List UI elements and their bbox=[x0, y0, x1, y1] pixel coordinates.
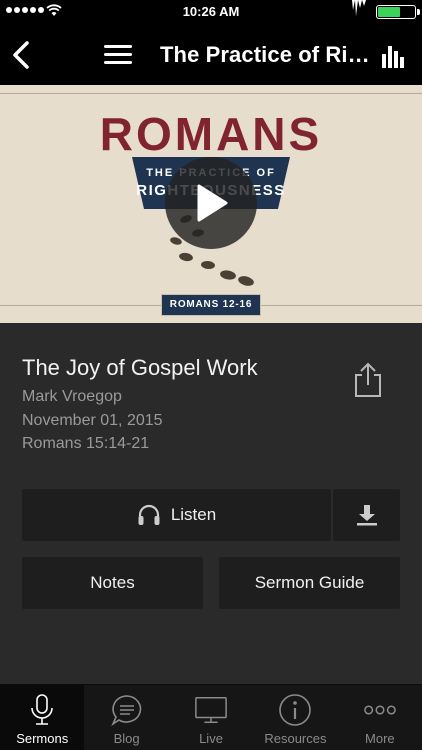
tab-sermons[interactable]: Sermons bbox=[0, 685, 85, 750]
sermon-speaker: Mark Vroegop bbox=[22, 388, 122, 405]
listen-label: Listen bbox=[170, 505, 217, 524]
status-graphic bbox=[352, 0, 366, 16]
download-icon bbox=[356, 505, 377, 526]
battery-tip bbox=[417, 9, 420, 15]
tab-label: More bbox=[365, 731, 395, 746]
tab-label: Blog bbox=[113, 731, 140, 746]
tab-label: Resources bbox=[264, 731, 327, 746]
tab-resources[interactable]: Resources bbox=[253, 685, 337, 750]
sermon-date: November 01, 2015 bbox=[22, 412, 163, 429]
series-artwork: ROMANS THE PRACTICE OF RIGHTEOUSNESS ROM… bbox=[0, 85, 422, 323]
chat-bubble-icon bbox=[110, 693, 144, 727]
sermon-guide-button[interactable]: Sermon Guide bbox=[219, 557, 400, 609]
passage-tag: ROMANS 12-16 bbox=[161, 294, 261, 316]
notes-button[interactable]: Notes bbox=[22, 557, 203, 609]
sermon-details: The Joy of Gospel Work Mark Vroegop Nove… bbox=[0, 323, 422, 684]
bar-chart-icon bbox=[382, 46, 404, 68]
tab-blog[interactable]: Blog bbox=[84, 685, 168, 750]
status-bar: 10:26 AM bbox=[0, 0, 422, 22]
tab-label: Live bbox=[199, 731, 223, 746]
hamburger-menu-icon bbox=[104, 45, 132, 64]
headphones-icon bbox=[138, 504, 160, 525]
navigation-bar: The Practice of Righteousness bbox=[0, 22, 422, 85]
sermon-title: The Joy of Gospel Work bbox=[22, 355, 258, 380]
download-button[interactable] bbox=[333, 489, 400, 541]
share-button[interactable] bbox=[350, 361, 386, 399]
stats-button[interactable] bbox=[380, 42, 408, 70]
tab-more[interactable]: More bbox=[338, 685, 422, 750]
artwork-top-rule bbox=[0, 93, 422, 94]
sermon-passage: Romans 15:14-21 bbox=[22, 435, 150, 452]
tab-label: Sermons bbox=[16, 731, 69, 746]
chevron-left-icon bbox=[13, 41, 29, 69]
info-icon bbox=[278, 693, 312, 727]
page-title: The Practice of Righteousness bbox=[160, 42, 370, 67]
battery-icon bbox=[376, 5, 416, 19]
back-button[interactable] bbox=[6, 38, 36, 72]
play-icon bbox=[197, 184, 228, 222]
microphone-icon bbox=[25, 693, 59, 727]
more-dots-icon bbox=[363, 693, 397, 727]
series-title: ROMANS bbox=[99, 108, 323, 160]
play-button[interactable] bbox=[165, 157, 257, 249]
menu-button[interactable] bbox=[102, 42, 134, 68]
sermon-guide-label: Sermon Guide bbox=[254, 573, 365, 592]
passage-tag-label: ROMANS 12-16 bbox=[169, 299, 253, 310]
listen-button[interactable]: Listen bbox=[22, 489, 331, 541]
tab-bar: Sermons Blog Live Resources More bbox=[0, 684, 422, 750]
tab-live[interactable]: Live bbox=[169, 685, 253, 750]
notes-label: Notes bbox=[90, 573, 135, 592]
share-icon bbox=[355, 362, 381, 397]
tv-icon bbox=[194, 693, 228, 727]
